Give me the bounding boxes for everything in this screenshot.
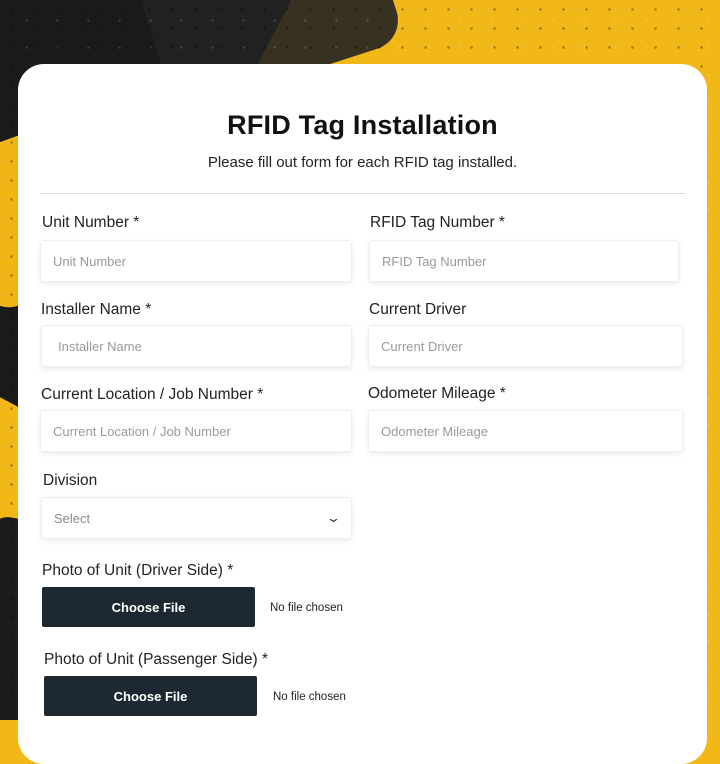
installer-name-input[interactable] <box>41 325 352 367</box>
division-selected-value: Select <box>54 510 91 526</box>
unit-number-label: Unit Number * <box>42 214 140 231</box>
odometer-label: Odometer Mileage * <box>368 385 506 402</box>
rfid-tag-number-label: RFID Tag Number * <box>370 214 505 231</box>
division-select[interactable]: Select ⌄ <box>41 497 352 539</box>
current-driver-label: Current Driver <box>369 301 467 318</box>
current-location-input[interactable] <box>40 410 352 452</box>
unit-number-input[interactable] <box>40 240 352 282</box>
division-label: Division <box>43 472 98 489</box>
rfid-tag-number-input[interactable] <box>369 240 679 282</box>
photo-driver-label: Photo of Unit (Driver Side) * <box>42 562 234 579</box>
divider <box>40 193 685 194</box>
choose-file-passenger-button[interactable]: Choose File <box>44 676 257 716</box>
form-card: RFID Tag Installation Please fill out fo… <box>18 64 707 764</box>
odometer-input[interactable] <box>368 410 683 452</box>
current-location-label: Current Location / Job Number * <box>41 386 264 403</box>
choose-file-driver-button[interactable]: Choose File <box>42 587 255 627</box>
installer-name-label: Installer Name * <box>41 301 152 318</box>
current-driver-input[interactable] <box>368 325 683 367</box>
photo-passenger-label: Photo of Unit (Passenger Side) * <box>44 651 269 668</box>
file-status-driver: No file chosen <box>270 602 343 614</box>
form-title: RFID Tag Installation <box>227 110 498 140</box>
file-status-passenger: No file chosen <box>273 691 346 703</box>
chevron-down-icon: ⌄ <box>325 510 342 525</box>
form-subtitle: Please fill out form for each RFID tag i… <box>207 154 518 171</box>
